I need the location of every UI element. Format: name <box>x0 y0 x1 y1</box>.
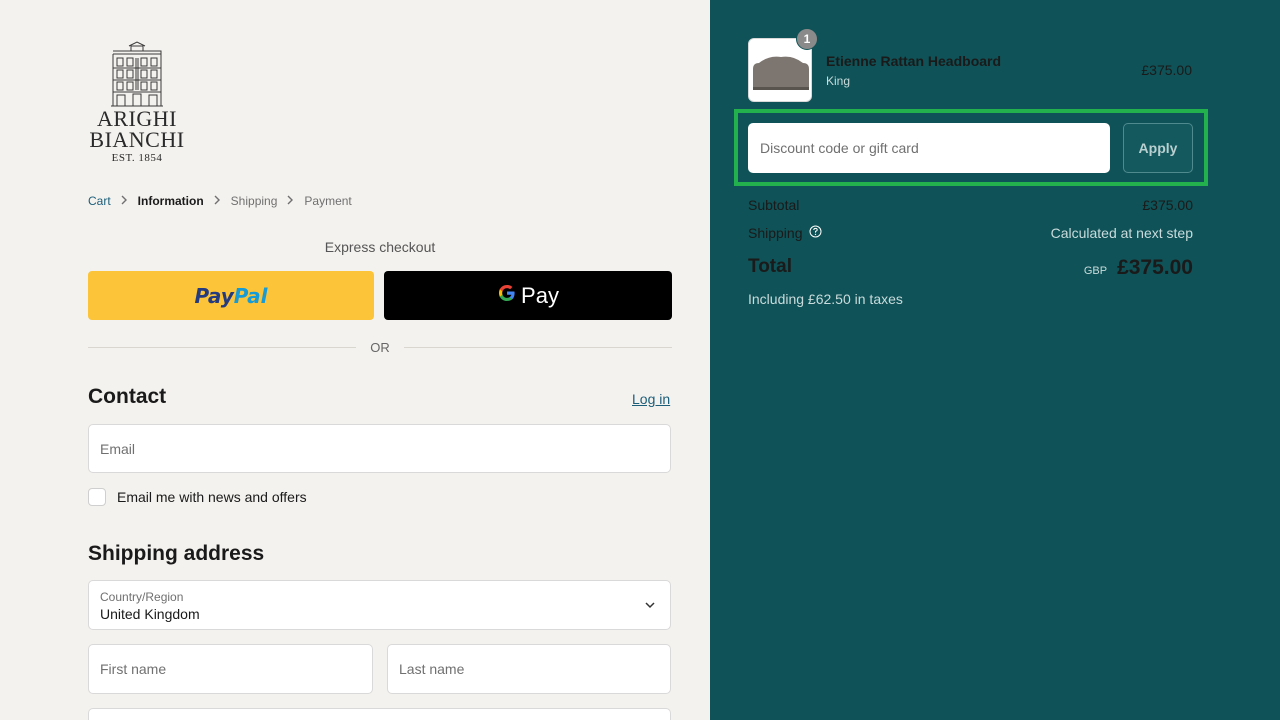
divider-line <box>404 347 672 348</box>
subtotal-label: Subtotal <box>748 197 800 213</box>
country-label: Country/Region <box>100 590 184 604</box>
google-pay-button[interactable]: Pay <box>384 271 672 320</box>
subtotal-value: £375.00 <box>1142 197 1193 213</box>
newsletter-checkbox[interactable] <box>88 488 106 506</box>
breadcrumb-information: Information <box>137 194 204 208</box>
tax-note: Including £62.50 in taxes <box>748 291 903 307</box>
last-name-placeholder: Last name <box>399 661 465 677</box>
newsletter-checkbox-row[interactable]: Email me with news and offers <box>88 488 307 506</box>
order-summary-panel <box>710 0 1280 720</box>
address-field[interactable] <box>88 708 671 720</box>
shipping-label-wrap: Shipping <box>748 225 822 241</box>
brand-established: EST. 1854 <box>111 152 163 164</box>
paypal-logo-part1: Pay <box>194 283 234 308</box>
discount-placeholder: Discount code or gift card <box>760 140 919 156</box>
country-select[interactable]: Country/Region United Kingdom <box>88 580 671 630</box>
last-name-field[interactable]: Last name <box>387 644 671 694</box>
google-pay-label: Pay <box>521 282 559 308</box>
or-divider: OR <box>88 338 672 358</box>
breadcrumb-shipping: Shipping <box>230 194 278 208</box>
paypal-logo-part2: Pal <box>233 283 268 308</box>
express-checkout-label: Express checkout <box>324 239 436 255</box>
quantity-badge: 1 <box>796 28 818 50</box>
apply-discount-button[interactable]: Apply <box>1123 123 1193 173</box>
product-variant: King <box>826 74 851 88</box>
breadcrumb-payment: Payment <box>304 194 352 208</box>
log-in-link[interactable]: Log in <box>632 391 670 407</box>
chevron-down-icon <box>644 598 656 614</box>
total-row: Total GBP £375.00 <box>748 256 1193 282</box>
email-placeholder: Email <box>100 440 136 457</box>
product-price: £375.00 <box>1141 62 1192 78</box>
brand-name-line1: ARIGHI <box>97 106 177 131</box>
discount-code-input[interactable]: Discount code or gift card <box>748 123 1110 173</box>
shipping-value: Calculated at next step <box>1050 225 1193 241</box>
brand-logo[interactable]: ARIGHI BIANCHI EST. 1854 <box>88 40 186 164</box>
breadcrumb-cart[interactable]: Cart <box>88 194 111 208</box>
first-name-field[interactable]: First name <box>88 644 373 694</box>
google-g-icon <box>497 283 517 309</box>
email-field[interactable]: Email <box>88 424 671 473</box>
breadcrumb: Cart Information Shipping Payment <box>88 194 352 208</box>
newsletter-label: Email me with news and offers <box>117 489 307 505</box>
paypal-button[interactable]: Pay Pal <box>88 271 374 320</box>
first-name-placeholder: First name <box>100 661 167 677</box>
total-label: Total <box>748 256 792 277</box>
chevron-right-icon <box>121 194 128 208</box>
brand-name-line2: BIANCHI <box>89 127 185 152</box>
chevron-right-icon <box>287 194 294 208</box>
currency-code: GBP <box>1083 265 1108 277</box>
help-circle-icon[interactable] <box>809 225 822 241</box>
building-logo-icon <box>111 41 163 107</box>
total-amount-wrap: GBP £375.00 <box>1084 256 1193 280</box>
contact-heading: Contact <box>88 385 167 408</box>
shipping-address-heading: Shipping address <box>88 542 265 565</box>
chevron-right-icon <box>214 194 221 208</box>
product-name: Etienne Rattan Headboard <box>826 53 1002 69</box>
country-value: United Kingdom <box>100 606 200 622</box>
total-value: £375.00 <box>1117 256 1193 279</box>
shipping-label: Shipping <box>748 225 803 241</box>
